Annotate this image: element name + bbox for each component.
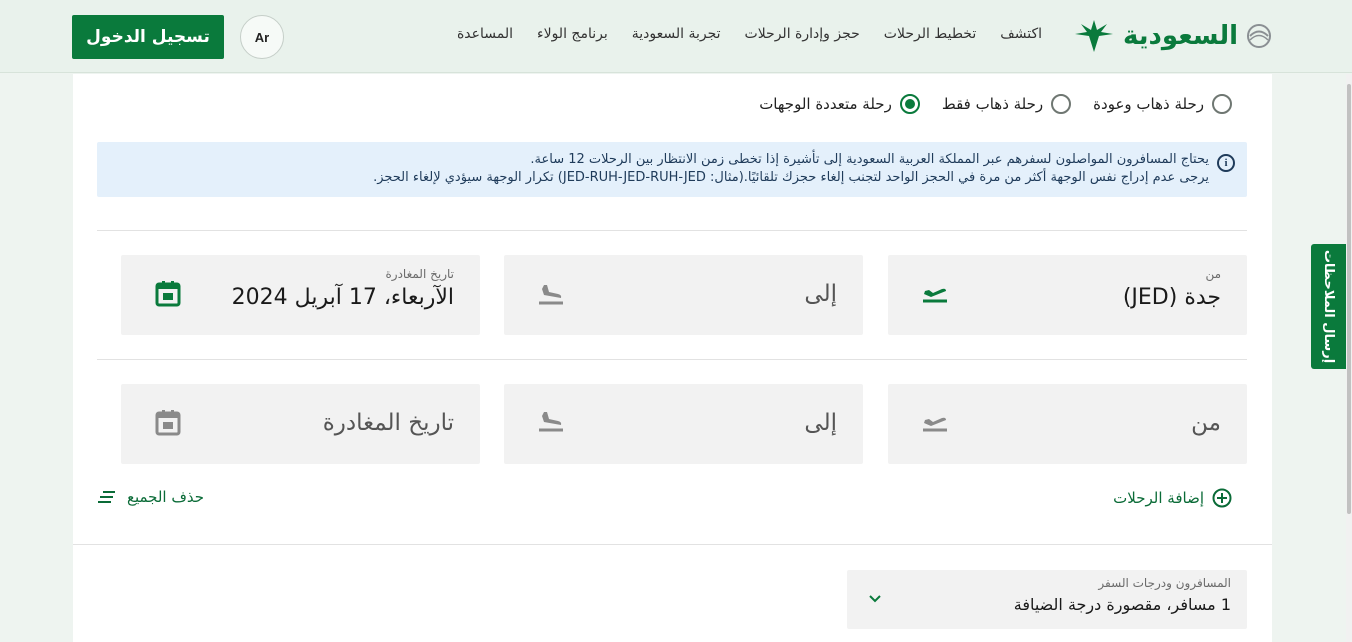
divider <box>73 544 1272 545</box>
date-value: الآربعاء، 17 آبريل 2024 <box>231 285 454 310</box>
trip-type-one-way[interactable]: رحلة ذهاب فقط <box>941 94 1072 114</box>
nav-loyalty[interactable]: برنامج الولاء <box>537 26 608 42</box>
segment-1-from-field[interactable]: من جدة (JED) <box>888 255 1247 335</box>
feedback-label: إرسال الملاحظات <box>1321 249 1336 364</box>
clear-all-label: حذف الجميع <box>127 488 205 506</box>
calendar-icon <box>155 410 181 436</box>
trip-type-label: رحلة متعددة الوجهات <box>759 95 892 113</box>
radio-one-way[interactable] <box>1051 94 1072 114</box>
transit-info-notice: i يحتاج المسافرون المواصلون لسفرهم عبر ا… <box>97 142 1247 197</box>
clear-all-button[interactable]: حذف الجميع <box>97 488 204 506</box>
passengers-value: 1 مسافر، مقصورة درجة الضيافة <box>1013 595 1231 614</box>
date-placeholder: تاريخ المغادرة <box>322 410 454 436</box>
passengers-label: المسافرون ودرجات السفر <box>1098 576 1231 590</box>
trip-type-label: رحلة ذهاب وعودة <box>1093 95 1204 113</box>
clear-list-icon <box>98 491 115 503</box>
segment-2-from-field[interactable]: من <box>888 384 1247 464</box>
from-value: جدة (JED) <box>1122 285 1221 310</box>
calendar-icon <box>155 281 181 307</box>
info-line-1: يحتاج المسافرون المواصلون لسفرهم عبر الم… <box>530 152 1209 167</box>
plus-circle-icon <box>1212 488 1232 508</box>
scrollbar[interactable] <box>1346 74 1352 642</box>
takeoff-icon <box>923 417 947 432</box>
divider <box>97 230 1247 231</box>
site-header: السعودية اكتشف تخطيط الرحلات حجز وإدارة … <box>0 0 1352 73</box>
landing-icon <box>539 412 563 432</box>
main-nav: اكتشف تخطيط الرحلات حجز وإدارة الرحلات ت… <box>457 26 1042 42</box>
from-label: من <box>1205 267 1221 281</box>
trip-type-selector: رحلة ذهاب وعودة رحلة ذهاب فقط رحلة متعدد… <box>759 94 1232 114</box>
radio-multi-city[interactable] <box>899 94 920 114</box>
date-label: تاريخ المغادرة <box>385 267 455 281</box>
add-flights-label: إضافة الرحلات <box>1113 489 1204 507</box>
trip-type-round-trip[interactable]: رحلة ذهاب وعودة <box>1093 94 1232 114</box>
takeoff-icon <box>923 288 947 303</box>
saudia-logo[interactable]: السعودية <box>1071 14 1274 58</box>
info-line-2: يرجى عدم إدراج نفس الوجهة أكثر من مرة في… <box>373 170 1209 185</box>
chevron-down-icon <box>869 595 881 603</box>
login-button[interactable]: تسجيل الدخول <box>72 15 224 59</box>
trip-type-multi-city[interactable]: رحلة متعددة الوجهات <box>759 94 920 114</box>
to-placeholder: إلى <box>804 281 837 307</box>
to-placeholder: إلى <box>804 410 837 436</box>
feedback-tab[interactable]: إرسال الملاحظات <box>1311 244 1346 369</box>
add-flights-button[interactable]: إضافة الرحلات <box>1113 488 1232 508</box>
segment-1-to-field[interactable]: إلى <box>504 255 863 335</box>
segment-2-date-field[interactable]: تاريخ المغادرة <box>121 384 480 464</box>
trip-type-label: رحلة ذهاب فقط <box>941 95 1044 113</box>
landing-icon <box>539 285 563 305</box>
from-placeholder: من <box>1191 410 1221 436</box>
palm-emblem-icon <box>1075 20 1114 52</box>
nav-book-manage[interactable]: حجز وإدارة الرحلات <box>745 26 860 42</box>
info-icon: i <box>1217 154 1235 172</box>
segment-2-to-field[interactable]: إلى <box>504 384 863 464</box>
radio-round-trip[interactable] <box>1212 94 1232 114</box>
nav-discover[interactable]: اكتشف <box>1000 26 1042 42</box>
passengers-class-selector[interactable]: المسافرون ودرجات السفر 1 مسافر، مقصورة د… <box>847 570 1247 629</box>
nav-saudia-experience[interactable]: تجربة السعودية <box>632 26 721 42</box>
divider <box>97 359 1247 360</box>
segment-1-date-field[interactable]: تاريخ المغادرة الآربعاء، 17 آبريل 2024 <box>121 255 480 335</box>
language-button[interactable]: Ar <box>240 15 284 59</box>
skyteam-icon <box>1247 24 1271 48</box>
nav-help[interactable]: المساعدة <box>457 26 513 42</box>
logo-text: السعودية <box>1123 21 1239 51</box>
scrollbar-thumb[interactable] <box>1347 84 1351 514</box>
booking-card: رحلة ذهاب وعودة رحلة ذهاب فقط رحلة متعدد… <box>73 74 1272 642</box>
nav-plan-trips[interactable]: تخطيط الرحلات <box>884 26 976 42</box>
